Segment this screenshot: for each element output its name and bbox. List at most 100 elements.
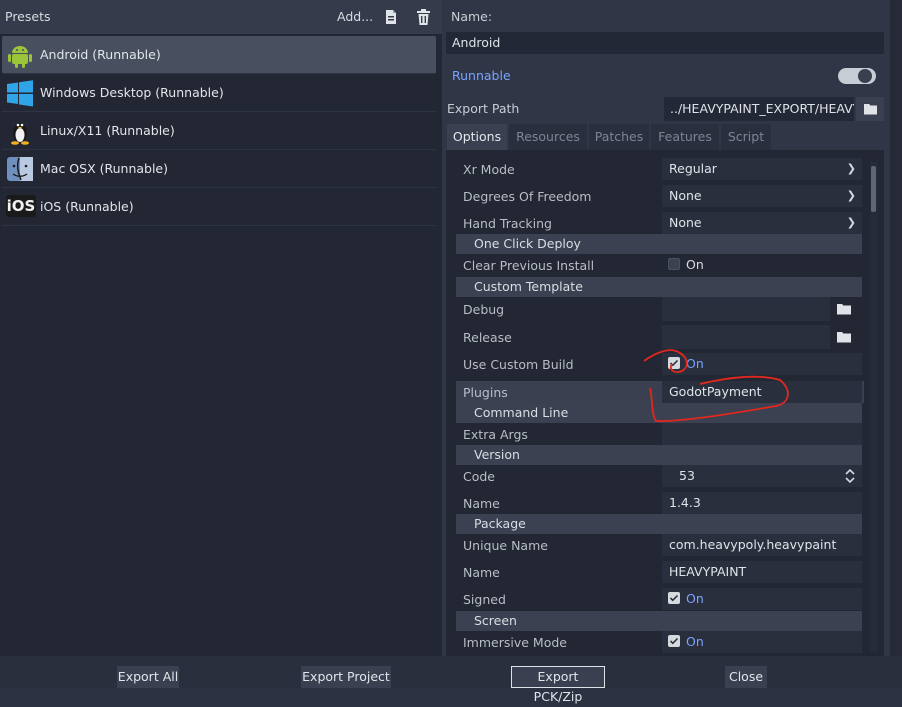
immersive-checkbox[interactable]: On xyxy=(662,631,862,653)
plugins-label: Plugins xyxy=(463,385,508,400)
close-button[interactable]: Close xyxy=(725,666,767,688)
immersive-value: On xyxy=(686,634,704,649)
tab-resources[interactable]: Resources xyxy=(509,124,587,150)
spin-arrows-icon[interactable] xyxy=(845,468,855,490)
version-name-label: Name xyxy=(463,496,500,511)
clear-install-checkbox[interactable]: On xyxy=(662,254,862,276)
export-path-field[interactable]: ../HEAVYPAINT_EXPORT/HEAVY xyxy=(664,97,854,121)
name-field[interactable]: Android xyxy=(446,32,884,54)
export-path-label: Export Path xyxy=(447,101,520,116)
immersive-label: Immersive Mode xyxy=(463,635,567,650)
signed-label: Signed xyxy=(463,592,506,607)
chevron-down-icon: ❯ xyxy=(846,189,856,202)
name-label: Name: xyxy=(451,9,493,24)
checkmark-icon xyxy=(668,635,680,647)
export-all-button[interactable]: Export All xyxy=(117,666,179,688)
macos-icon xyxy=(6,155,34,183)
xr-mode-select[interactable]: Regular ❯ xyxy=(662,158,862,180)
section-screen[interactable]: Screen xyxy=(456,611,862,631)
tab-script[interactable]: Script xyxy=(721,124,771,150)
section-command-line[interactable]: Command Line xyxy=(456,403,862,423)
preset-label: Windows Desktop (Runnable) xyxy=(40,85,224,100)
preset-item-linux[interactable]: Linux/X11 (Runnable) xyxy=(2,112,436,150)
clear-install-label: Clear Previous Install xyxy=(463,258,595,273)
clear-install-value: On xyxy=(686,257,704,272)
release-path-field[interactable] xyxy=(662,325,830,349)
unique-name-label: Unique Name xyxy=(463,538,548,553)
use-custom-build-checkbox[interactable]: On xyxy=(662,353,862,375)
debug-label: Debug xyxy=(463,302,505,317)
package-name-field[interactable]: HEAVYPAINT xyxy=(662,561,862,583)
windows-icon xyxy=(6,79,34,107)
signed-row: Signed On xyxy=(456,588,864,610)
preset-label: Mac OSX (Runnable) xyxy=(40,161,169,176)
extra-args-field[interactable] xyxy=(662,423,862,445)
preset-item-android[interactable]: Android (Runnable) xyxy=(2,36,436,74)
unique-name-field[interactable]: com.heavypoly.heavypaint xyxy=(662,534,862,556)
xr-mode-row: Xr Mode Regular ❯ xyxy=(456,158,864,180)
duplicate-icon[interactable] xyxy=(384,9,398,28)
tab-options[interactable]: Options xyxy=(447,124,507,150)
section-label: Custom Template xyxy=(474,279,583,294)
android-icon xyxy=(6,41,34,69)
hand-tracking-value: None xyxy=(669,215,702,230)
release-row: Release xyxy=(456,325,864,349)
section-one-click-deploy[interactable]: One Click Deploy xyxy=(456,234,862,254)
tab-features[interactable]: Features xyxy=(651,124,719,150)
folder-icon xyxy=(864,104,877,115)
immersive-row: Immersive Mode On xyxy=(456,631,864,653)
export-project-button[interactable]: Export Project xyxy=(301,666,391,688)
section-label: Package xyxy=(474,516,526,531)
signed-checkbox[interactable]: On xyxy=(662,588,862,610)
xr-mode-value: Regular xyxy=(669,161,717,176)
section-label: One Click Deploy xyxy=(474,236,581,251)
preset-item-windows[interactable]: Windows Desktop (Runnable) xyxy=(2,74,436,112)
signed-value: On xyxy=(686,591,704,606)
section-version[interactable]: Version xyxy=(456,445,862,465)
section-label: Version xyxy=(474,447,520,462)
options-scrollbar[interactable] xyxy=(870,162,878,652)
package-name-label: Name xyxy=(463,565,500,580)
code-value: 53 xyxy=(679,468,695,483)
trash-icon[interactable] xyxy=(416,9,431,28)
toggle-knob xyxy=(858,69,872,83)
folder-icon[interactable] xyxy=(836,302,852,319)
code-row: Code 53 xyxy=(456,465,864,487)
release-label: Release xyxy=(463,330,512,345)
folder-icon[interactable] xyxy=(836,330,852,347)
debug-path-field[interactable] xyxy=(662,297,830,321)
xr-mode-label: Xr Mode xyxy=(463,162,515,177)
add-preset-button[interactable]: Add... xyxy=(337,9,373,24)
preset-label: iOS (Runnable) xyxy=(40,199,134,214)
preset-item-macos[interactable]: Mac OSX (Runnable) xyxy=(2,150,436,188)
tab-patches[interactable]: Patches xyxy=(589,124,649,150)
browse-folder-button[interactable] xyxy=(856,97,884,121)
version-name-row: Name 1.4.3 xyxy=(456,492,864,514)
hand-tracking-label: Hand Tracking xyxy=(463,216,552,231)
preset-item-ios[interactable]: iOS iOS (Runnable) xyxy=(2,188,436,226)
hand-tracking-row: Hand Tracking None ❯ xyxy=(456,212,864,234)
ios-icon: iOS xyxy=(6,193,36,221)
debug-row: Debug xyxy=(456,297,864,321)
code-spinbox[interactable]: 53 xyxy=(662,465,862,487)
chevron-down-icon: ❯ xyxy=(846,162,856,175)
hand-tracking-select[interactable]: None ❯ xyxy=(662,212,862,234)
ios-icon-text: iOS xyxy=(6,195,36,217)
checkmark-icon xyxy=(668,592,680,604)
dof-select[interactable]: None ❯ xyxy=(662,185,862,207)
section-package[interactable]: Package xyxy=(456,514,862,534)
section-label: Command Line xyxy=(474,405,569,420)
runnable-label: Runnable xyxy=(452,68,511,83)
section-custom-template[interactable]: Custom Template xyxy=(456,277,862,297)
chevron-down-icon: ❯ xyxy=(846,216,856,229)
extra-args-row: Extra Args xyxy=(456,423,864,445)
export-pck-zip-button[interactable]: Export PCK/Zip xyxy=(511,666,605,704)
use-custom-build-value: On xyxy=(686,356,704,371)
plugins-field[interactable]: GodotPayment xyxy=(662,381,862,403)
scrollbar-thumb[interactable] xyxy=(871,166,876,212)
checkbox-unchecked-icon xyxy=(668,258,680,270)
package-name-row: Name HEAVYPAINT xyxy=(456,561,864,583)
version-name-field[interactable]: 1.4.3 xyxy=(662,492,862,514)
linux-icon xyxy=(6,117,34,145)
preset-list: Android (Runnable) Windows Desktop (Runn… xyxy=(0,34,442,656)
